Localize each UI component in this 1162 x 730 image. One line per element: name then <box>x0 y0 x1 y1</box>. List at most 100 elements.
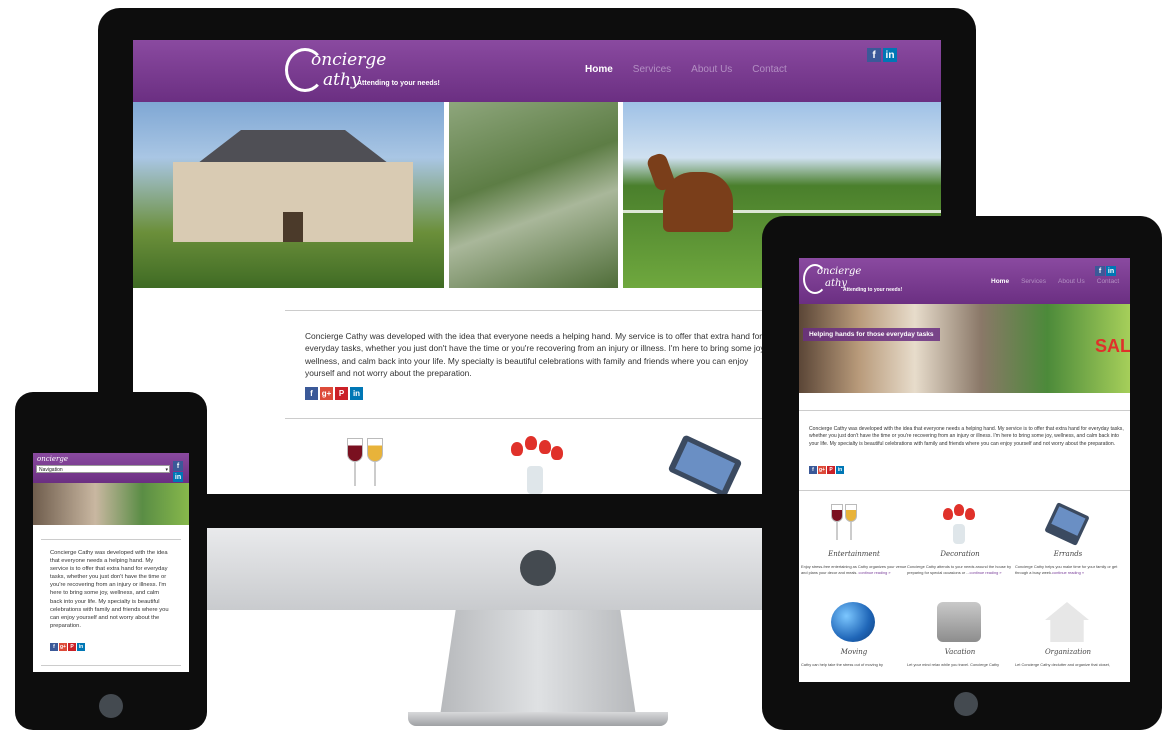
house-icon <box>1045 602 1089 642</box>
tulip <box>943 508 953 520</box>
monitor-logo-button <box>520 550 556 586</box>
vase <box>527 466 543 494</box>
facebook-icon[interactable]: f <box>867 48 881 62</box>
white-glass <box>845 504 857 522</box>
share-linkedin-icon[interactable]: in <box>350 387 363 400</box>
service-organization[interactable]: Organization Let Concierge Cathy declutt… <box>1015 602 1121 682</box>
linkedin-icon[interactable]: in <box>173 472 183 482</box>
monitor-base <box>408 712 668 726</box>
tablet-hero-image: Helping hands for those everyday tasks S… <box>799 304 1130 393</box>
service-title: Errands <box>1053 550 1083 558</box>
service-title: Moving <box>840 648 868 656</box>
mobile-nav-select[interactable]: Navigation <box>36 465 170 474</box>
continue-reading-link[interactable]: continue reading » <box>1052 570 1084 575</box>
stem <box>836 522 838 540</box>
logo-tagline: Attending to your needs! <box>357 80 440 87</box>
suitcase-icon <box>937 602 981 642</box>
share-pinterest-icon[interactable]: P <box>827 466 835 474</box>
service-desc: Concierge Cathy helps you make time for … <box>1015 564 1121 576</box>
share-facebook-icon[interactable]: f <box>50 643 58 651</box>
logo-line2: athy <box>323 70 361 90</box>
tablet-intro-text: Concierge Cathy was developed with the i… <box>809 426 1124 447</box>
red-glass <box>347 438 363 462</box>
share-buttons: f g+ P in <box>305 387 363 400</box>
linkedin-icon[interactable]: in <box>1106 266 1116 276</box>
divider <box>41 665 181 666</box>
continue-reading-link[interactable]: continue reading » <box>859 570 891 575</box>
horse-head <box>645 151 677 193</box>
divider <box>799 490 1130 491</box>
service-desc: Cathy can help take the stress out of mo… <box>801 662 883 667</box>
service-desc: Let your mind relax while you travel. Co… <box>907 662 1000 667</box>
main-nav: Home Services About Us Contact <box>585 64 787 75</box>
tablet-home-button <box>954 692 978 716</box>
tablet-site: oncierge athy Attending to your needs! H… <box>799 258 1130 682</box>
nav-services[interactable]: Services <box>1021 278 1046 285</box>
mobile-header: oncierge Navigation f in <box>33 453 189 483</box>
share-pinterest-icon[interactable]: P <box>68 643 76 651</box>
service-decoration[interactable]: Decoration Concierge Cathy attends to yo… <box>907 504 1013 586</box>
tulip <box>954 504 964 516</box>
service-entertainment[interactable]: Entertainment Enjoy stress-free entertai… <box>801 504 907 586</box>
tablet-nav: Home Services About Us Contact <box>991 278 1119 285</box>
hero-house-image <box>133 102 445 288</box>
tulip <box>551 446 563 460</box>
white-glass <box>367 438 383 462</box>
site-header: oncierge athy Attending to your needs! H… <box>133 40 941 102</box>
service-title: Entertainment <box>828 550 880 558</box>
stem <box>354 462 356 486</box>
wine-glasses-icon[interactable] <box>347 438 387 494</box>
continue-reading-link[interactable]: continue reading » <box>970 570 1002 575</box>
service-vacation[interactable]: Vacation Let your mind relax while you t… <box>907 602 1013 682</box>
wine-glasses-icon <box>831 504 875 544</box>
share-facebook-icon[interactable]: f <box>305 387 318 400</box>
tulip-bouquet-icon <box>937 504 981 544</box>
divider <box>799 410 1130 411</box>
tablet-errands-icon[interactable] <box>667 434 743 494</box>
nav-contact[interactable]: Contact <box>1097 278 1119 285</box>
service-moving[interactable]: Moving Cathy can help take the stress ou… <box>801 602 907 682</box>
nav-about-us[interactable]: About Us <box>1058 278 1085 285</box>
service-desc: Let Concierge Cathy declutter and organi… <box>1015 662 1110 667</box>
linkedin-icon[interactable]: in <box>883 48 897 62</box>
service-desc: Enjoy stress-free entertaining as Cathy … <box>801 564 907 576</box>
share-google-plus-icon[interactable]: g+ <box>320 387 333 400</box>
service-title: Organization <box>1044 648 1092 656</box>
mobile-intro-text: Concierge Cathy was developed with the i… <box>50 550 169 629</box>
nav-services[interactable]: Services <box>633 64 671 75</box>
monitor-stand <box>440 610 636 716</box>
stem <box>374 462 376 486</box>
service-errands[interactable]: Errands Concierge Cathy helps you make t… <box>1015 502 1121 586</box>
mobile-logo[interactable]: oncierge <box>37 455 68 463</box>
tablet-errands-icon <box>1044 502 1090 546</box>
divider <box>41 539 181 540</box>
nav-about-us[interactable]: About Us <box>691 64 732 75</box>
share-google-plus-icon[interactable]: g+ <box>59 643 67 651</box>
stem <box>850 522 852 540</box>
mobile-share-buttons: f g+ P in <box>50 643 85 651</box>
tulip-bouquet-icon[interactable] <box>503 436 567 494</box>
mobile-social-links: f in <box>173 461 183 482</box>
site-logo[interactable]: oncierge athy Attending to your needs! <box>285 46 485 96</box>
facebook-icon[interactable]: f <box>1095 266 1105 276</box>
share-pinterest-icon[interactable]: P <box>335 387 348 400</box>
red-glass <box>831 504 843 522</box>
sale-sign: SALE <box>1095 336 1130 356</box>
service-title: Decoration <box>940 550 980 558</box>
mobile-hero-image <box>33 483 189 525</box>
hero-caption: Helping hands for those everyday tasks <box>803 328 940 341</box>
share-linkedin-icon[interactable]: in <box>77 643 85 651</box>
share-facebook-icon[interactable]: f <box>809 466 817 474</box>
tulip <box>965 508 975 520</box>
share-linkedin-icon[interactable]: in <box>836 466 844 474</box>
tablet-social-links: f in <box>1095 266 1116 276</box>
nav-home[interactable]: Home <box>585 64 613 75</box>
nav-contact[interactable]: Contact <box>752 64 786 75</box>
nav-home[interactable]: Home <box>991 278 1009 285</box>
globe-icon <box>831 602 875 642</box>
tulip <box>525 436 537 450</box>
header-social-links: f in <box>867 48 897 62</box>
share-google-plus-icon[interactable]: g+ <box>818 466 826 474</box>
vase <box>953 524 965 544</box>
facebook-icon[interactable]: f <box>173 461 183 471</box>
